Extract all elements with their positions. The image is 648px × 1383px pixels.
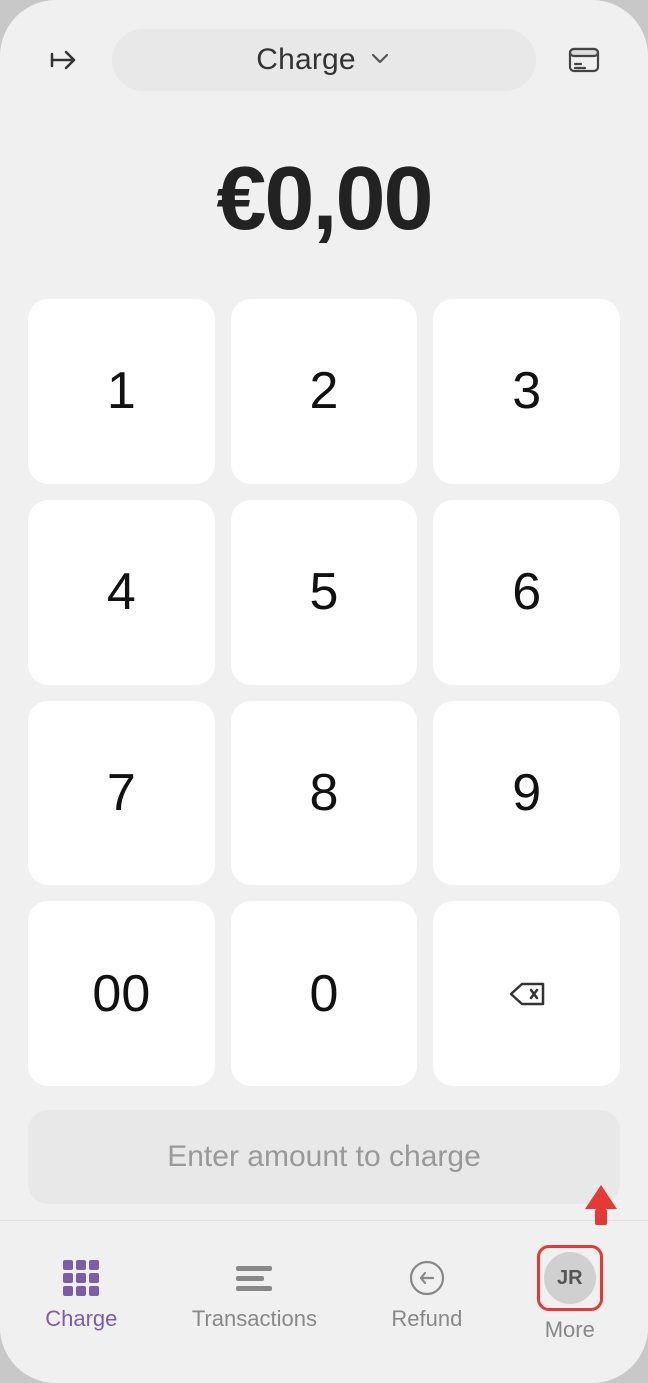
key-5[interactable]: 5 [231,500,418,685]
key-backspace[interactable] [433,901,620,1086]
key-4[interactable]: 4 [28,500,215,685]
amount-display: €0,00 [0,108,648,299]
card-reader-button[interactable] [552,28,616,92]
more-nav-label: More [545,1317,595,1343]
chevron-down-icon [368,46,392,75]
transactions-nav-label: Transactions [192,1306,317,1332]
key-9[interactable]: 9 [433,701,620,886]
key-6[interactable]: 6 [433,500,620,685]
refund-nav-icon [405,1256,449,1300]
keypad-row-1: 1 2 3 [28,299,620,484]
charge-button-area: Enter amount to charge [0,1086,648,1220]
charge-dropdown-label: Charge [256,43,356,77]
key-00[interactable]: 00 [28,901,215,1086]
keypad-row-3: 7 8 9 [28,701,620,886]
key-0[interactable]: 0 [231,901,418,1086]
avatar: JR [544,1252,596,1304]
transactions-nav-icon [232,1256,276,1300]
refund-nav-label: Refund [391,1306,462,1332]
header: Charge [0,0,648,108]
charge-grid [63,1260,99,1296]
nav-item-more[interactable]: JR More [521,1237,619,1351]
bottom-nav: Charge Transactions Refund [0,1220,648,1383]
key-1[interactable]: 1 [28,299,215,484]
card-reader-icon [565,41,603,79]
charge-amount-button[interactable]: Enter amount to charge [28,1110,620,1204]
key-7[interactable]: 7 [28,701,215,886]
charge-dropdown[interactable]: Charge [112,29,536,91]
nav-item-transactions[interactable]: Transactions [176,1248,333,1340]
backspace-icon [505,972,549,1016]
charge-nav-label: Charge [45,1306,117,1332]
keypad: 1 2 3 4 5 6 7 8 9 00 0 [0,299,648,1086]
back-icon [48,44,80,76]
back-button[interactable] [32,28,96,92]
key-2[interactable]: 2 [231,299,418,484]
nav-item-refund[interactable]: Refund [375,1248,478,1340]
key-3[interactable]: 3 [433,299,620,484]
keypad-row-4: 00 0 [28,901,620,1086]
keypad-row-2: 4 5 6 [28,500,620,685]
phone-frame: Charge €0,00 1 2 3 4 5 [0,0,648,1383]
nav-item-charge[interactable]: Charge [29,1248,133,1340]
key-8[interactable]: 8 [231,701,418,886]
amount-value: €0,00 [216,149,431,249]
charge-nav-icon [59,1256,103,1300]
arrow-indicator [573,1177,629,1238]
more-nav-outline: JR [537,1245,603,1311]
